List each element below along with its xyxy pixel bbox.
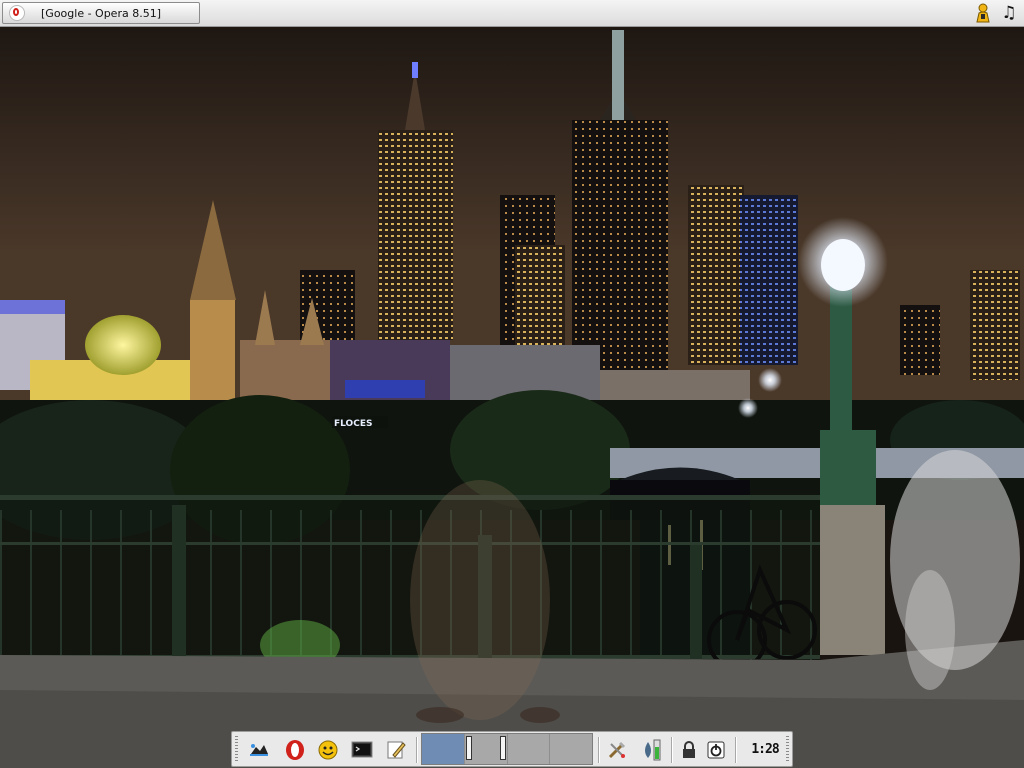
pager-desktop-3[interactable] (507, 734, 551, 764)
pager-window-thumbnail (499, 736, 506, 760)
terminal-icon[interactable] (349, 737, 375, 763)
messenger-smiley-icon[interactable] (315, 737, 341, 763)
pager-window-thumbnail (465, 736, 472, 760)
user-icon[interactable] (975, 3, 991, 23)
taskbar-window-button[interactable]: [Google - Opera 8.51] (2, 2, 200, 24)
desktop-wallpaper: FLOCES (0, 27, 1024, 768)
panel-separator (416, 737, 417, 763)
neon-sign-text: FLOCES (334, 419, 372, 429)
pager-desktop-4[interactable] (550, 734, 592, 764)
pager-desktop-1[interactable] (422, 734, 465, 764)
tools-icon[interactable] (604, 737, 630, 763)
battery-level-icon[interactable] (652, 737, 662, 763)
panel-separator (735, 737, 736, 763)
clock[interactable]: 1:28 (747, 737, 783, 763)
taskbar-window-title: [Google - Opera 8.51] (41, 6, 161, 20)
power-icon[interactable] (703, 737, 729, 763)
lock-icon[interactable] (676, 737, 702, 763)
panel-separator (671, 737, 672, 763)
cat-paw-icon[interactable] (246, 737, 272, 763)
pager-desktop-2[interactable] (464, 734, 508, 764)
bottom-panel: 1:28 (231, 731, 793, 767)
panel-grip-right[interactable] (786, 736, 789, 762)
music-note-icon[interactable]: ♫ (1000, 3, 1018, 23)
top-taskbar: [Google - Opera 8.51] ♫ (0, 0, 1024, 27)
panel-grip-left[interactable] (235, 736, 238, 762)
desktop-pager (421, 733, 593, 765)
opera-icon[interactable] (282, 737, 308, 763)
text-editor-icon[interactable] (383, 737, 409, 763)
panel-separator (598, 737, 599, 763)
